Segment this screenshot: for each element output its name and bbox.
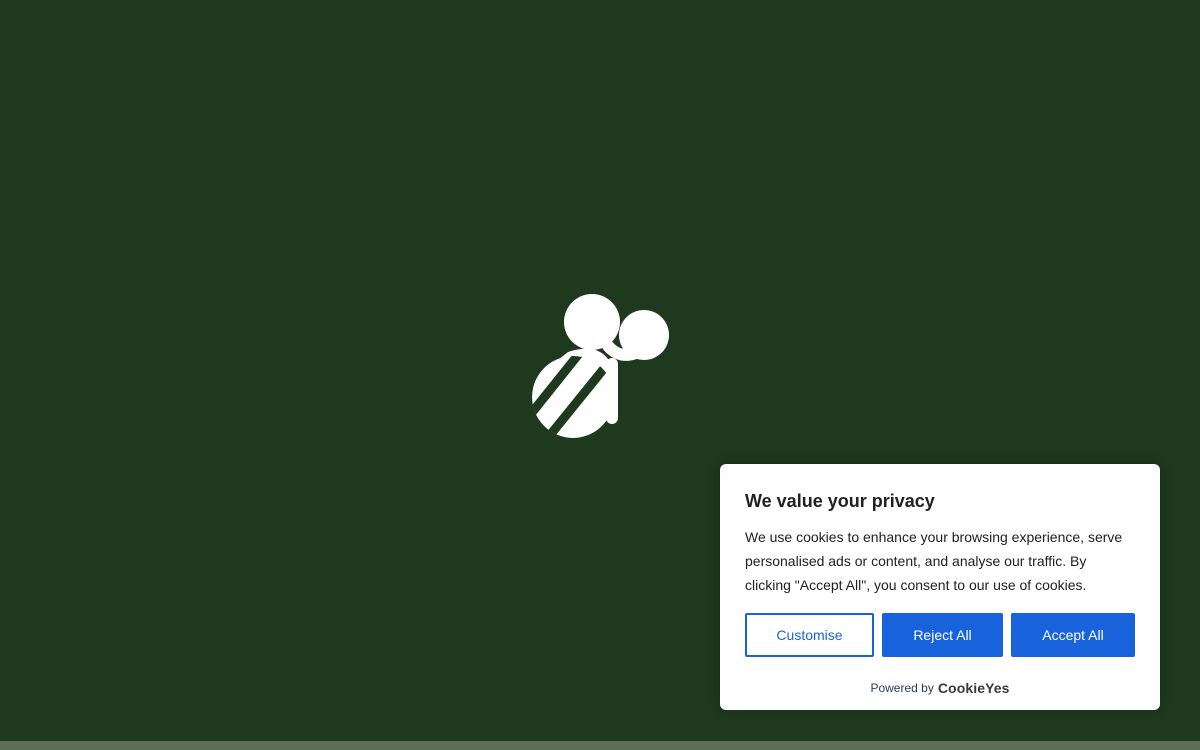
cookieyes-logo[interactable]: CookieYes [938, 680, 1010, 696]
customise-button[interactable]: Customise [745, 613, 874, 657]
cookie-banner-title: We value your privacy [745, 491, 935, 511]
accept-all-button[interactable]: Accept All [1011, 613, 1135, 657]
cookie-consent-banner: We value your privacy We use cookies to … [720, 464, 1160, 710]
powered-by-label: Powered by [870, 681, 934, 695]
cookie-banner-description: We use cookies to enhance your browsing … [745, 529, 1123, 593]
page: We value your privacy We use cookies to … [0, 0, 1200, 750]
bottom-strip [0, 741, 1200, 750]
powered-by: Powered by CookieYes [720, 680, 1160, 696]
reject-all-button[interactable]: Reject All [882, 613, 1003, 657]
cookie-button-row: Customise Reject All Accept All [745, 613, 1135, 657]
bee-logo-icon [532, 294, 669, 438]
